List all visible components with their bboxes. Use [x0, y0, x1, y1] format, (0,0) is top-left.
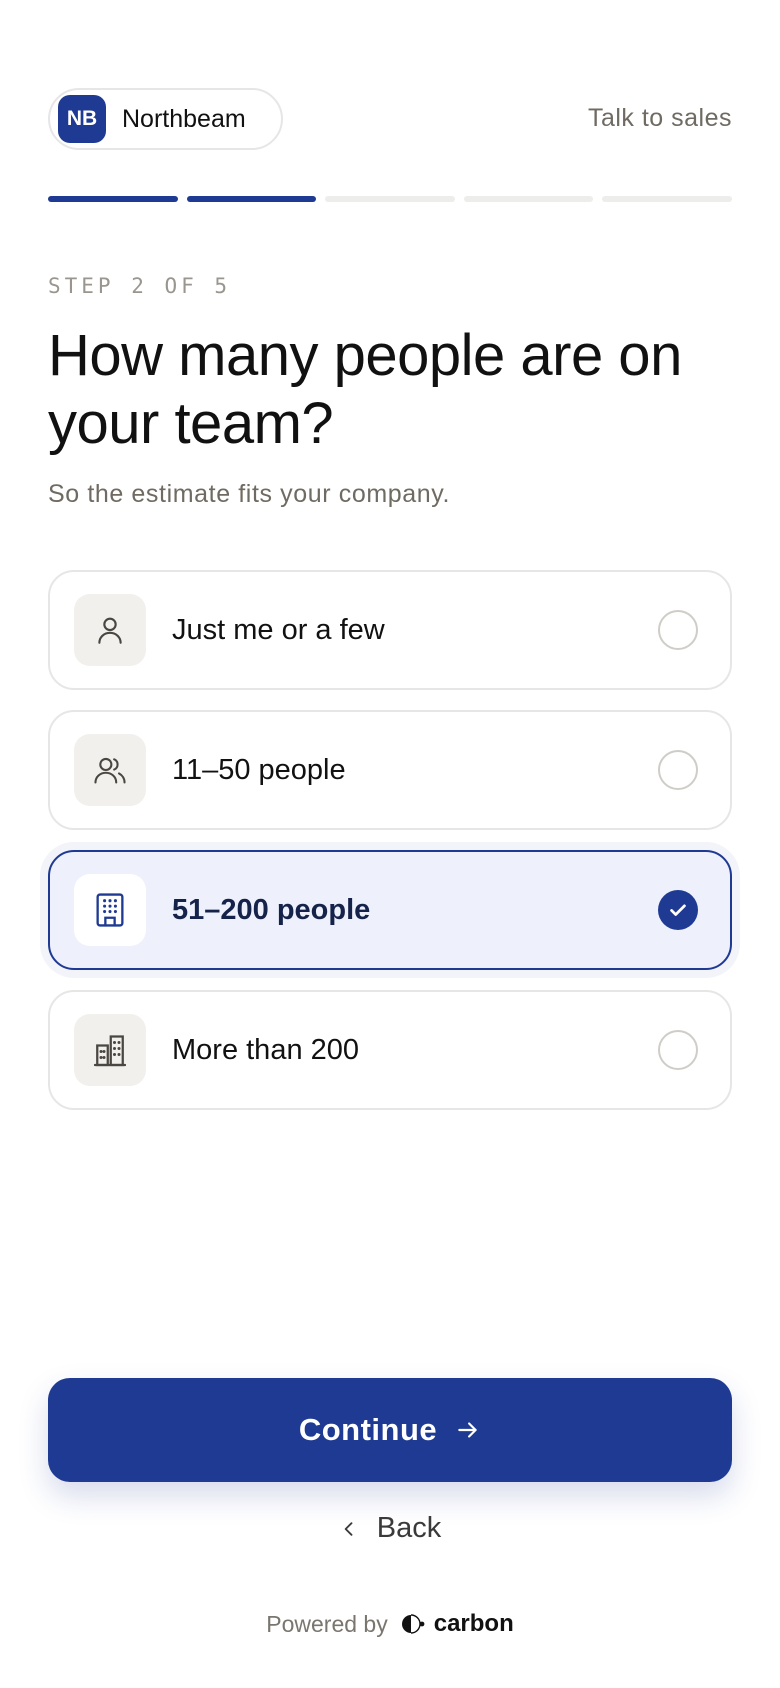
progress-segment-5	[602, 196, 732, 202]
progress-segment-1	[48, 196, 178, 202]
progress-segment-4	[463, 196, 594, 202]
option-just-me[interactable]: Just me or a few	[48, 570, 732, 690]
question-title: How many people are on your team?	[48, 323, 682, 456]
step-label: STEP 2 OF 5	[48, 274, 232, 298]
team-size-options: Just me or a few 11–50 people 51–200 peo…	[48, 570, 732, 1130]
powered-by-text: Powered by	[266, 1610, 388, 1637]
continue-button[interactable]: Continue	[48, 1378, 732, 1482]
option-51-200[interactable]: 51–200 people	[48, 850, 732, 970]
carbon-logo-icon	[400, 1612, 426, 1636]
step-progress-bar	[48, 196, 732, 202]
people-icon	[74, 734, 146, 806]
building-icon	[74, 874, 146, 946]
powered-by-footer: Powered by carbon	[0, 1610, 780, 1638]
brand-logo: NB	[58, 95, 106, 143]
option-label: 51–200 people	[172, 893, 371, 926]
progress-segment-3	[325, 196, 455, 202]
option-11-50[interactable]: 11–50 people	[48, 710, 732, 830]
radio-checked-icon[interactable]	[658, 890, 698, 930]
chevron-left-icon	[339, 1518, 359, 1540]
header: NB Northbeam Talk to sales	[48, 88, 732, 150]
talk-to-sales-link[interactable]: Talk to sales	[588, 104, 732, 133]
radio-unchecked-icon[interactable]	[658, 1030, 698, 1070]
continue-label: Continue	[298, 1412, 438, 1447]
radio-unchecked-icon[interactable]	[658, 750, 698, 790]
brand-pill[interactable]: NB Northbeam	[48, 88, 283, 150]
option-label: Just me or a few	[172, 613, 385, 646]
question-subtitle: So the estimate fits your company.	[48, 480, 451, 508]
provider-name: carbon	[433, 1610, 514, 1637]
back-label: Back	[376, 1512, 442, 1544]
brand-name: Northbeam	[122, 104, 246, 133]
progress-segment-2	[186, 196, 317, 202]
option-label: More than 200	[172, 1033, 360, 1066]
back-button[interactable]: Back	[0, 1512, 780, 1545]
option-label: 11–50 people	[172, 753, 346, 786]
city-buildings-icon	[74, 1014, 146, 1086]
radio-unchecked-icon[interactable]	[658, 610, 698, 650]
option-more-than-200[interactable]: More than 200	[48, 990, 732, 1110]
arrow-right-icon	[455, 1417, 481, 1443]
person-icon	[74, 594, 146, 666]
